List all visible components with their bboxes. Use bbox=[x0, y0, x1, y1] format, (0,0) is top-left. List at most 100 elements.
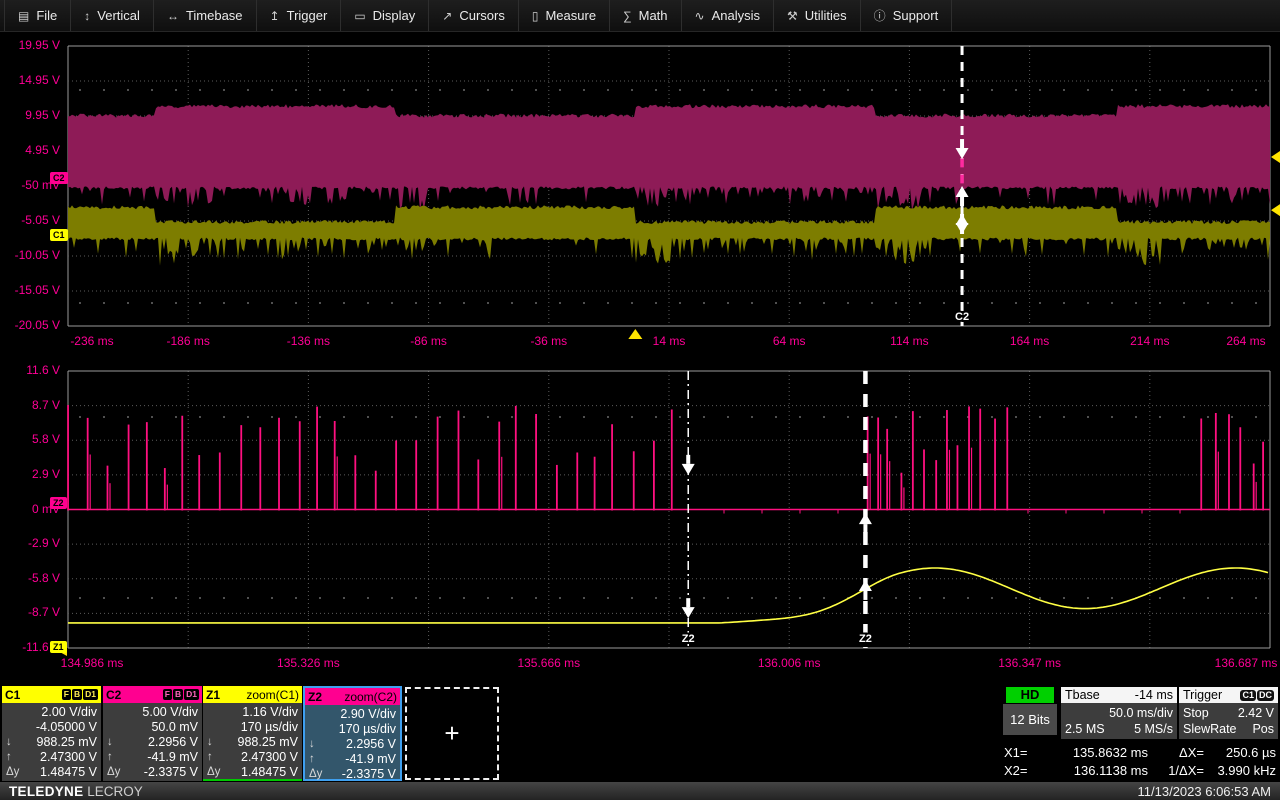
y-tick-label: -2.9 V bbox=[27, 536, 60, 551]
y-tick-label: 2.9 V bbox=[31, 466, 60, 481]
channel-panel-c1[interactable]: C1 F B D1 2.00 V/div -4.05000 V ↓ 988.25 … bbox=[2, 686, 101, 781]
x-tick-label: 135.326 ms bbox=[277, 656, 340, 670]
x1-value: 135.8632 ms bbox=[1072, 744, 1148, 760]
x-tick-label: -236 ms bbox=[70, 334, 114, 348]
delta-y-icon: Δy bbox=[6, 766, 20, 779]
vdiv-value: 5.00 V/div bbox=[142, 704, 198, 719]
timebase-panel[interactable]: Tbase -14 ms 50.0 ms/div 2.5 MS 5 MS/s bbox=[1061, 687, 1177, 739]
timebase-record: 2.5 MS bbox=[1065, 722, 1105, 736]
channel-readout-c1: 2.00 V/div -4.05000 V ↓ 988.25 mV ↑ 2.4730… bbox=[2, 703, 101, 781]
channel-offset-tag-c1[interactable]: C1 bbox=[50, 228, 68, 241]
trigger-title: Trigger bbox=[1183, 688, 1223, 702]
channel-panel-c2[interactable]: C2 F B D1 5.00 V/div 50.0 mV ↓ 2.2956 V ↑… bbox=[103, 686, 202, 781]
y-tick-label: 11.6 V bbox=[26, 363, 60, 377]
zoom-panel-z1[interactable]: Z1 zoom(C1) 1.16 V/div 170 µs/div ↓ 988.2… bbox=[203, 686, 302, 781]
delta-y-value: 1.48475 V bbox=[241, 765, 298, 780]
x-tick-label: 164 ms bbox=[1009, 334, 1050, 348]
hd-bits: 12 Bits bbox=[1003, 704, 1057, 735]
zoom-panel-z1-header: Z1 zoom(C1) bbox=[203, 686, 302, 703]
x-tick-label: 136.347 ms bbox=[998, 656, 1061, 670]
zoom-readout-z1: 1.16 V/div 170 µs/div ↓ 988.25 mV ↑ 2.4730… bbox=[203, 703, 302, 781]
min-value: 2.2956 V bbox=[147, 734, 198, 749]
timebase-header: Tbase -14 ms bbox=[1061, 687, 1177, 703]
y-tick-label: -15.05 V bbox=[14, 283, 60, 297]
delta-y-icon: Δy bbox=[309, 768, 323, 781]
menu-item-label: Support bbox=[892, 8, 939, 23]
x-tick-label: -136 ms bbox=[286, 334, 331, 348]
cursor-label: Z2 bbox=[682, 633, 695, 645]
zoom-source-z1: zoom(C1) bbox=[246, 687, 299, 702]
max-arrow-icon: ↑ bbox=[107, 751, 113, 764]
main-grid[interactable]: C2 bbox=[67, 45, 1280, 350]
channel-offset-tag-c2[interactable]: C2 bbox=[50, 171, 68, 184]
menu-item-file[interactable]: ▤ File bbox=[4, 0, 72, 31]
x-tick-label: 64 ms bbox=[772, 334, 806, 348]
timebase-body: 50.0 ms/div 2.5 MS 5 MS/s bbox=[1061, 703, 1177, 739]
vdiv-value: 2.00 V/div bbox=[41, 704, 97, 719]
min-value: 988.25 mV bbox=[237, 734, 298, 749]
add-trace-dropzone[interactable]: + bbox=[405, 687, 499, 780]
zoom-source-z2: zoom(C2) bbox=[344, 689, 397, 704]
zoom-grid[interactable]: Z2 Z2 bbox=[67, 370, 1280, 672]
menu-item-label: Trigger bbox=[286, 8, 328, 23]
zoom-panel-z2[interactable]: Z2 zoom(C2) 2.90 V/div 170 µs/div ↓ 2.295… bbox=[303, 686, 402, 781]
trace-z1 bbox=[68, 567, 1269, 624]
cursor-readout: X1= 135.8632 ms ΔX= 250.6 µs X2= 136.113… bbox=[1004, 743, 1276, 779]
delta-y-value: -2.3375 V bbox=[341, 767, 396, 782]
menu-item-vertical[interactable]: ↕ Vertical bbox=[71, 0, 154, 31]
menu-item-analysis[interactable]: ∿ Analysis bbox=[682, 0, 774, 31]
timebase-icon: ↔ bbox=[166, 8, 179, 23]
y-tick-label: 9.95 V bbox=[25, 108, 60, 122]
timebase-title: Tbase bbox=[1065, 688, 1100, 702]
cursor-label: C2 bbox=[955, 311, 969, 323]
zoom-label-z1: Z1 bbox=[206, 687, 221, 702]
status-bar: TELEDYNE LECROY 11/13/2023 6:06:53 AM bbox=[0, 782, 1280, 800]
brand-logo: TELEDYNE LECROY bbox=[9, 784, 143, 799]
trigger-slope: Pos bbox=[1252, 722, 1274, 736]
menu-item-utilities[interactable]: ⚒ Utilities bbox=[774, 0, 861, 31]
menu-item-measure[interactable]: ▯ Measure bbox=[519, 0, 611, 31]
menu-item-label: Cursors bbox=[459, 8, 505, 23]
channel-readout-c2: 5.00 V/div 50.0 mV ↓ 2.2956 V ↑ -41.9 mV Δ… bbox=[103, 703, 202, 781]
hd-mode-panel[interactable]: HD 12 Bits bbox=[1003, 687, 1057, 735]
menu-item-timebase[interactable]: ↔ Timebase bbox=[154, 0, 257, 31]
min-arrow-icon: ↓ bbox=[6, 735, 12, 748]
x2-value: 136.1138 ms bbox=[1073, 762, 1148, 778]
x-tick-label: 136.687 ms bbox=[1214, 656, 1278, 670]
badge-d1: D1 bbox=[184, 689, 199, 700]
zoom-panel-z2-header: Z2 zoom(C2) bbox=[305, 688, 400, 705]
trigger-mode: Stop bbox=[1183, 706, 1209, 720]
x-tick-label: 135.666 ms bbox=[517, 656, 581, 670]
channel-label-c1: C1 bbox=[5, 687, 21, 702]
y-tick-label: -20.05 V bbox=[14, 318, 60, 332]
max-value: -41.9 mV bbox=[345, 752, 396, 767]
channel-panel-c1-header: C1 F B D1 bbox=[2, 686, 101, 703]
trigger-panel[interactable]: Trigger C1 DC Stop 2.42 V SlewRate Pos bbox=[1179, 687, 1278, 739]
menu-item-label: Analysis bbox=[711, 8, 760, 23]
menu-item-label: Display bbox=[372, 8, 416, 23]
timebase-offset: -14 ms bbox=[1134, 688, 1173, 702]
menu-item-math[interactable]: ∑ Math bbox=[610, 0, 682, 31]
badge-f: F bbox=[162, 689, 172, 700]
channel-offset-tag-z1[interactable]: Z1 bbox=[50, 640, 67, 653]
x-tick-label: 264 ms bbox=[1226, 334, 1266, 348]
menu-item-trigger[interactable]: ↥ Trigger bbox=[257, 0, 342, 31]
trigger-body: Stop 2.42 V SlewRate Pos bbox=[1179, 703, 1278, 739]
level-marker[interactable] bbox=[1271, 204, 1280, 217]
y-tick-label: 8.7 V bbox=[31, 397, 60, 412]
menu-item-label: Vertical bbox=[97, 8, 140, 23]
badge-f: F bbox=[61, 689, 71, 700]
offset-value: -4.05000 V bbox=[35, 719, 97, 734]
tdiv-value: 170 µs/div bbox=[338, 721, 396, 736]
channel-offset-tag-z2[interactable]: Z2 bbox=[50, 496, 67, 509]
menu-item-cursors[interactable]: ↗ Cursors bbox=[429, 0, 519, 31]
level-marker[interactable] bbox=[1271, 150, 1280, 163]
menu-item-support[interactable]: ⓘ Support bbox=[861, 0, 953, 31]
cursor-label: Z2 bbox=[859, 633, 872, 645]
channel-badges-c1: F B D1 bbox=[61, 689, 98, 700]
menu-item-label: Timebase bbox=[185, 8, 243, 23]
badge-b: B bbox=[71, 689, 83, 700]
y-tick-label: 19.95 V bbox=[18, 38, 60, 52]
delta-y-value: -2.3375 V bbox=[143, 765, 198, 780]
menu-item-display[interactable]: ▭ Display bbox=[341, 0, 430, 31]
